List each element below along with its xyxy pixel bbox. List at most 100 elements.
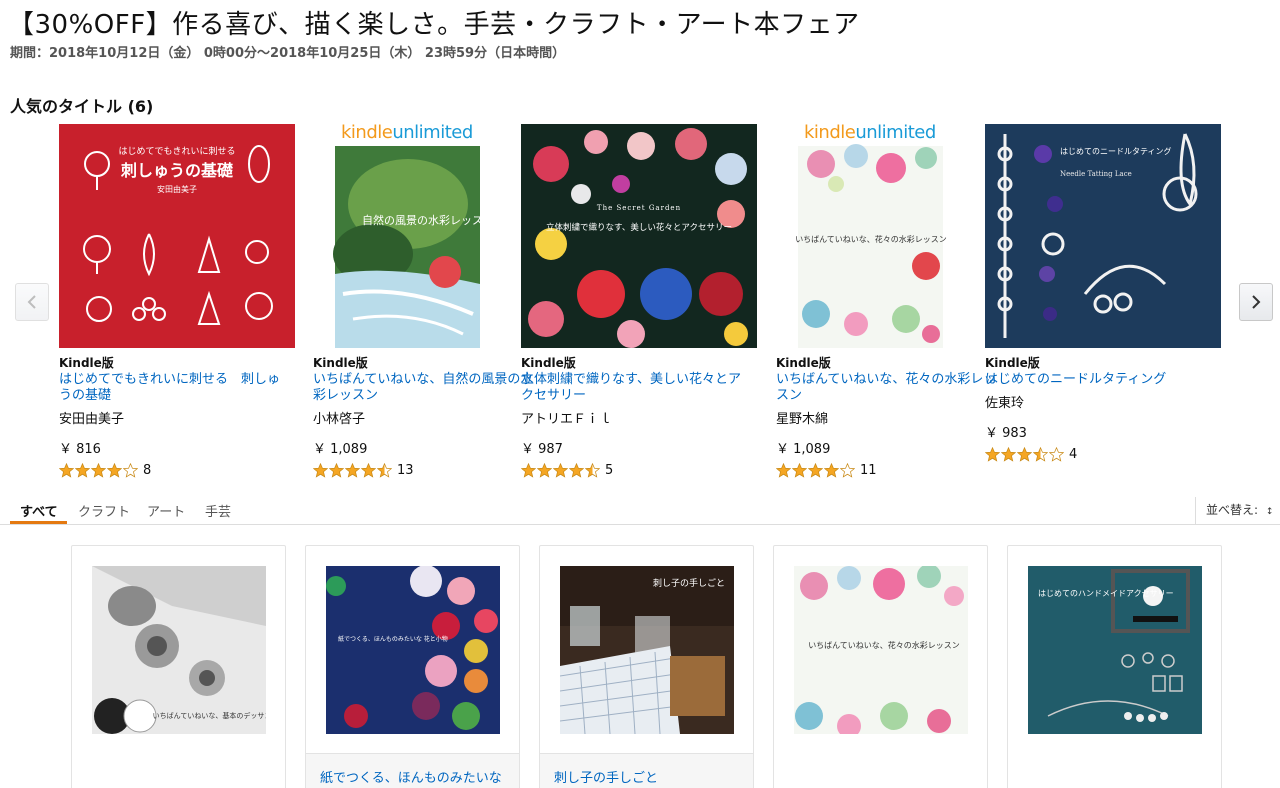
format-label: Kindle版 [313, 356, 368, 370]
book-cover[interactable]: kindleunlimited 自然の風景の水彩レッスン [313, 124, 549, 348]
carousel-prev-button[interactable] [15, 283, 49, 321]
stars [985, 447, 1064, 462]
book-author: 安田由美子 [59, 412, 125, 427]
cover-author: 安田由美子 [157, 184, 197, 194]
stars [776, 463, 855, 478]
cover-title: 自然の風景の水彩レッスン [362, 213, 494, 227]
book-cover[interactable]: The Secret Garden 立体刺繍で織りなす、美しい花々とアクセサリー [521, 124, 757, 348]
star-full-icon [313, 463, 328, 478]
grid-item[interactable]: 紙でつくる、ほんものみたいな 花と小物 紙でつくる、ほんものみたいな [305, 545, 520, 788]
sort-label: 並べ替え: [1206, 503, 1259, 517]
book-cover[interactable]: いちばんていねいな、基本のデッサン [92, 566, 266, 734]
sale-period: 期間：2018年10月12日（金） 0時00分～2018年10月25日（木） 2… [10, 46, 566, 61]
star-half-icon [1033, 447, 1048, 462]
book-author: 小林啓子 [313, 412, 366, 427]
star-full-icon [91, 463, 106, 478]
format-label: Kindle版 [776, 356, 831, 370]
review-count[interactable]: 5 [605, 463, 613, 478]
star-full-icon [521, 463, 536, 478]
cover-title: いちばんていねいな、花々の水彩レッスン [808, 640, 960, 650]
star-full-icon [1017, 447, 1032, 462]
grid-item[interactable]: 刺し子の手しごと 刺し子の手しごと [539, 545, 754, 788]
review-count[interactable]: 8 [143, 463, 151, 478]
star-half-icon [377, 463, 392, 478]
book-cover[interactable]: はじめてのニードルタティング Needle Tatting Lace [985, 124, 1221, 348]
cover-title: はじめてのニードルタティング [1060, 146, 1172, 156]
star-full-icon [537, 463, 552, 478]
format-label: Kindle版 [985, 356, 1040, 370]
sort-updown-icon: ↕ [1265, 507, 1274, 517]
cover-title: いちばんていねいな、花々の水彩レッスン [795, 234, 947, 244]
star-full-icon [361, 463, 376, 478]
star-rating[interactable]: 13 [313, 463, 549, 478]
sort-dropdown[interactable]: 並べ替え: ↕ [1195, 497, 1280, 524]
format-label: Kindle版 [521, 356, 576, 370]
carousel-item[interactable]: kindleunlimited いちばんていねいな、花々の水彩レッスン Kind… [776, 124, 1012, 478]
star-full-icon [985, 447, 1000, 462]
book-cover[interactable]: いちばんていねいな、花々の水彩レッスン [794, 566, 968, 734]
cover-subtitle: The Secret Garden [597, 204, 681, 212]
grid-item[interactable]: いちばんていねいな、基本のデッサン [71, 545, 286, 788]
stars [59, 463, 138, 478]
book-cover[interactable]: kindleunlimited いちばんていねいな、花々の水彩レッスン [776, 124, 1012, 348]
star-full-icon [59, 463, 74, 478]
star-rating[interactable]: 5 [521, 463, 757, 478]
star-rating[interactable]: 11 [776, 463, 1012, 478]
star-full-icon [107, 463, 122, 478]
book-author: アトリエＦｉｌ [521, 412, 613, 427]
stars [313, 463, 392, 478]
star-empty-icon [840, 463, 855, 478]
grid-item[interactable]: いちばんていねいな、花々の水彩レッスン [773, 545, 988, 788]
carousel-item[interactable]: はじめてでもきれいに刺せる 刺しゅうの基礎 安田由美子 Kindle版 はじめて… [59, 124, 295, 478]
star-empty-icon [1049, 447, 1064, 462]
cover-title: 刺しゅうの基礎 [120, 161, 234, 180]
tab-art[interactable]: アート [147, 501, 185, 520]
star-rating[interactable]: 8 [59, 463, 295, 478]
book-title-link[interactable]: いちばんていねいな、自然の風景の水彩レッスン [313, 372, 545, 404]
format-label: Kindle版 [59, 356, 114, 370]
star-rating[interactable]: 4 [985, 447, 1221, 462]
tab-craft[interactable]: クラフト [78, 501, 130, 520]
star-full-icon [808, 463, 823, 478]
star-full-icon [824, 463, 839, 478]
book-cover[interactable]: はじめてのハンドメイドアクセサリー [1028, 566, 1202, 734]
star-half-icon [585, 463, 600, 478]
review-count[interactable]: 11 [860, 463, 877, 478]
book-price: ￥ 816 [59, 442, 101, 457]
review-count[interactable]: 4 [1069, 447, 1077, 462]
book-title-link[interactable]: 刺し子の手しごと [554, 767, 744, 786]
star-full-icon [329, 463, 344, 478]
carousel-item[interactable]: kindleunlimited 自然の風景の水彩レッスン Kindle版 いちば… [313, 124, 549, 478]
active-tab-indicator [10, 521, 67, 524]
star-full-icon [75, 463, 90, 478]
star-full-icon [553, 463, 568, 478]
book-author: 星野木綿 [776, 412, 829, 427]
cover-subtitle: Needle Tatting Lace [1060, 170, 1132, 178]
carousel-item[interactable]: The Secret Garden 立体刺繍で織りなす、美しい花々とアクセサリー… [521, 124, 757, 478]
book-title-link[interactable]: いちばんていねいな、花々の水彩レッスン [776, 372, 1008, 404]
cover-title: いちばんていねいな、基本のデッサン [153, 711, 266, 720]
cover-subtitle: はじめてでもきれいに刺せる [118, 146, 235, 157]
section-title: 人気のタイトル (6) [10, 97, 154, 116]
tab-all[interactable]: すべて [20, 501, 58, 520]
grid-item[interactable]: はじめてのハンドメイドアクセサリー [1007, 545, 1222, 788]
book-title-link[interactable]: はじめてでもきれいに刺せる 刺しゅうの基礎 [59, 372, 291, 404]
star-full-icon [792, 463, 807, 478]
book-title-link[interactable]: はじめてのニードルタティング [985, 372, 1217, 388]
star-full-icon [345, 463, 360, 478]
tab-handicraft[interactable]: 手芸 [205, 501, 231, 520]
book-author: 佐東玲 [985, 396, 1025, 411]
book-cover[interactable]: 刺し子の手しごと [560, 566, 734, 734]
book-price: ￥ 983 [985, 426, 1027, 441]
chevron-left-icon [27, 295, 36, 309]
book-price: ￥ 1,089 [313, 442, 368, 457]
carousel-next-button[interactable] [1239, 283, 1273, 321]
carousel-item[interactable]: はじめてのニードルタティング Needle Tatting Lace Kindl… [985, 124, 1221, 462]
book-price: ￥ 987 [521, 442, 563, 457]
book-title-link[interactable]: 紙でつくる、ほんものみたいな [320, 767, 510, 786]
review-count[interactable]: 13 [397, 463, 414, 478]
book-title-link[interactable]: 立体刺繍で織りなす、美しい花々とアクセサリー [521, 372, 753, 404]
book-price: ￥ 1,089 [776, 442, 831, 457]
book-cover[interactable]: はじめてでもきれいに刺せる 刺しゅうの基礎 安田由美子 [59, 124, 295, 348]
book-cover[interactable]: 紙でつくる、ほんものみたいな 花と小物 [326, 566, 500, 734]
